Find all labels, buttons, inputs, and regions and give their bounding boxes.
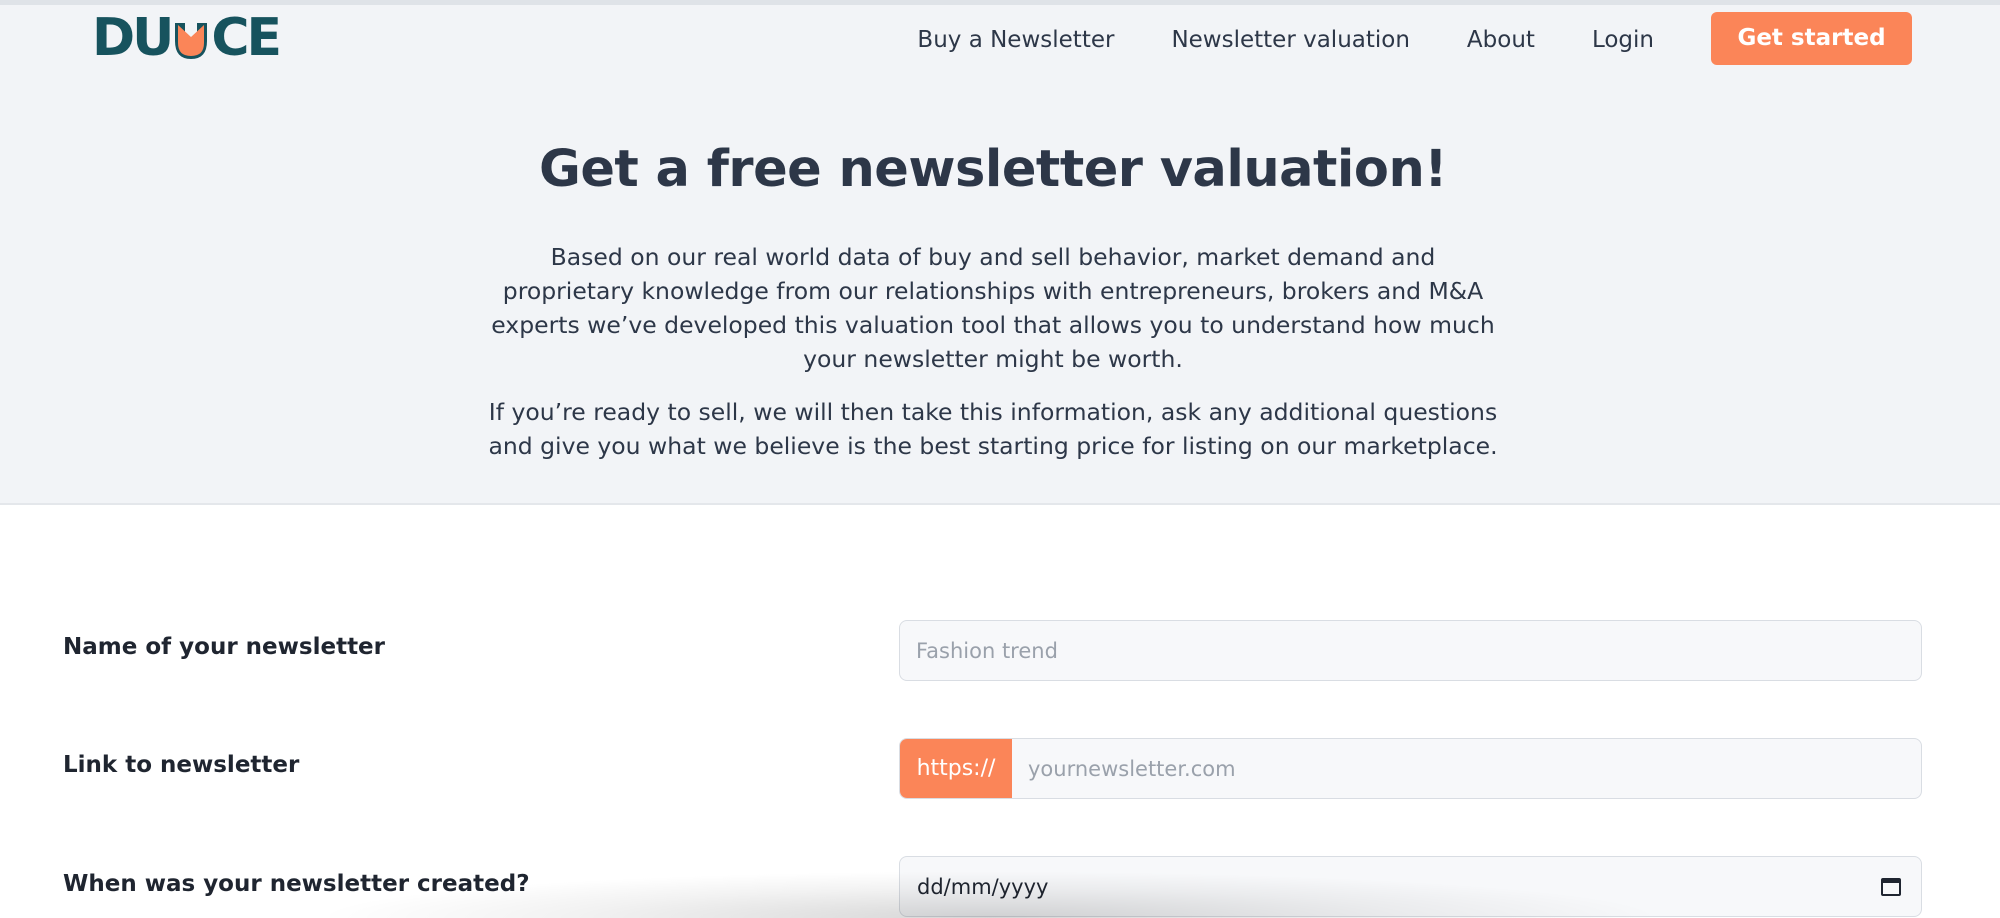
newsletter-name-input[interactable] bbox=[900, 621, 1921, 680]
hero-sell-info: If you’re ready to sell, we will then ta… bbox=[488, 398, 1498, 460]
creation-date-label: When was your newsletter created? bbox=[63, 871, 530, 897]
newsletter-link-label: Link to newsletter bbox=[63, 752, 300, 778]
logo-text-right: CE bbox=[211, 8, 282, 68]
https-prefix: https:// bbox=[900, 739, 1012, 798]
nav-newsletter-valuation[interactable]: Newsletter valuation bbox=[1171, 27, 1409, 53]
newsletter-link-input[interactable] bbox=[1012, 739, 1921, 798]
hero-description: Based on our real world data of buy and … bbox=[491, 243, 1495, 373]
creation-date-field[interactable]: dd/mm/yyyy bbox=[899, 856, 1922, 917]
nav-buy-newsletter[interactable]: Buy a Newsletter bbox=[917, 27, 1114, 53]
logo[interactable]: DU CE bbox=[92, 8, 282, 68]
hero-section: DU CE Buy a Newsletter Newsletter valuat… bbox=[0, 5, 2000, 505]
get-started-button[interactable]: Get started bbox=[1711, 11, 1912, 65]
calendar-icon[interactable] bbox=[1881, 877, 1901, 896]
logo-text-left: DU bbox=[92, 8, 174, 68]
newsletter-name-label: Name of your newsletter bbox=[63, 634, 385, 660]
creation-date-input[interactable]: dd/mm/yyyy bbox=[900, 875, 1881, 899]
main-nav: Buy a Newsletter Newsletter valuation Ab… bbox=[917, 11, 1912, 65]
logo-mark-icon bbox=[175, 23, 208, 59]
newsletter-name-field bbox=[899, 620, 1922, 681]
page-title: Get a free newsletter valuation! bbox=[538, 140, 1448, 199]
nav-login[interactable]: Login bbox=[1592, 27, 1654, 53]
newsletter-link-field: https:// bbox=[899, 738, 1922, 799]
nav-about[interactable]: About bbox=[1467, 27, 1535, 53]
